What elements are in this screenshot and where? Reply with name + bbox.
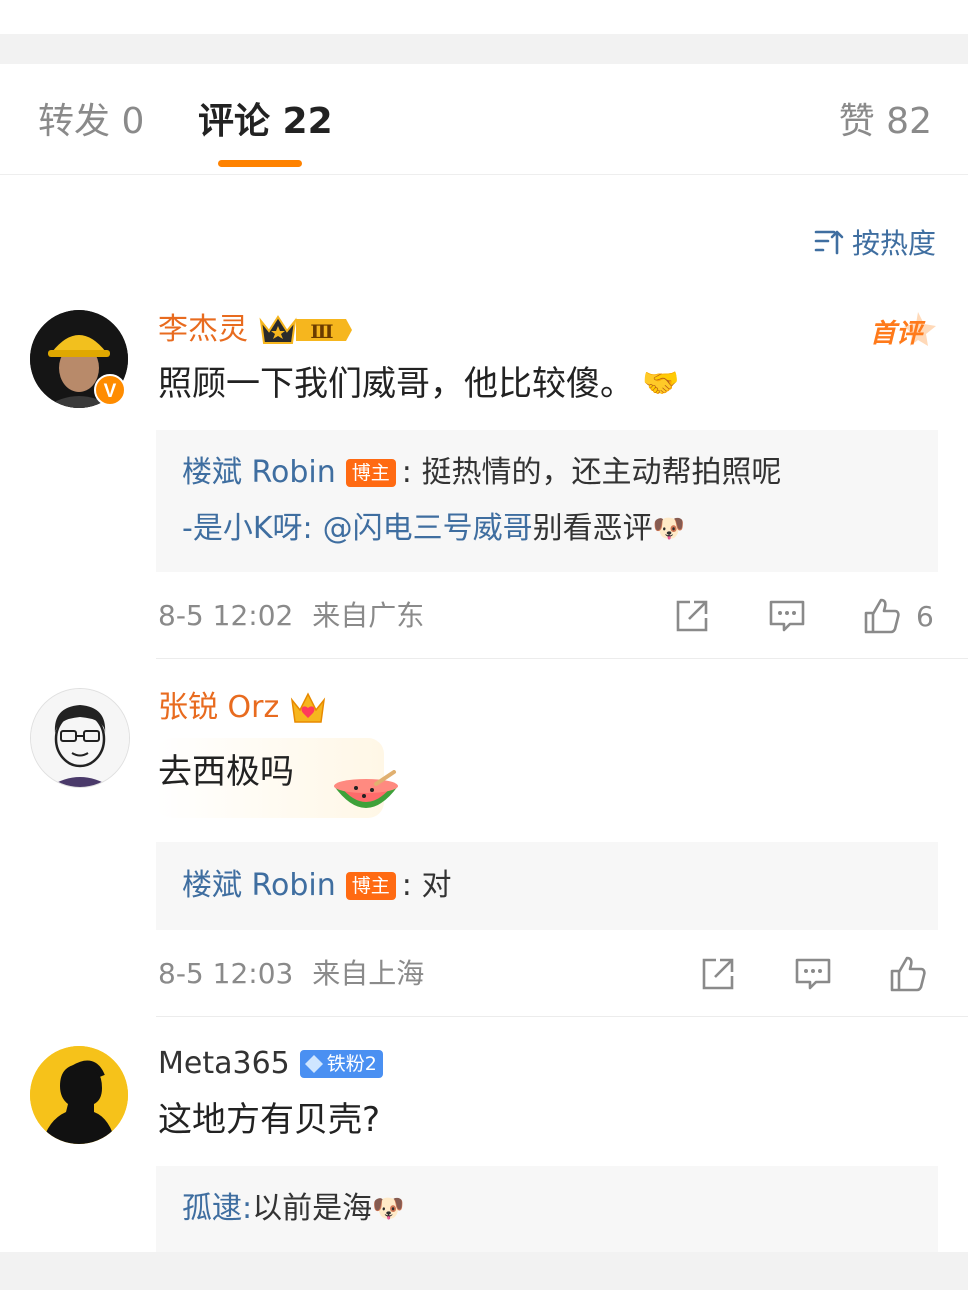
sort-toggle[interactable]: 按热度	[814, 222, 936, 262]
avatar[interactable]	[30, 1046, 128, 1144]
thumbs-up-icon	[864, 598, 900, 634]
svg-text:首评: 首评	[870, 319, 926, 349]
comment-username[interactable]: Meta365	[158, 1044, 290, 1084]
first-comment-tag: 首评	[866, 312, 936, 356]
reply-box[interactable]: 楼斌 Robin 博主 : 挺热情的，还主动帮拍照呢 -是小K呀: @闪电三号威…	[156, 430, 938, 572]
crown-level-badge-icon: Ⅲ	[259, 315, 352, 344]
reply-box[interactable]: 孤逮: 以前是海 🐶	[156, 1166, 938, 1252]
comment-text: 照顾一下我们威哥，他比较傻。	[158, 364, 634, 404]
reply-item: -是小K呀: @闪电三号威哥 别看恶评 🐶	[182, 508, 685, 550]
active-tab-indicator	[218, 160, 302, 167]
reply-item: 楼斌 Robin 博主 : 挺热情的，还主动帮拍照呢	[182, 452, 781, 494]
comment-username[interactable]: 张锐 Orz	[158, 688, 279, 728]
tab-repost[interactable]: 转发 0	[38, 100, 144, 144]
handshake-emoji-icon: 🤝	[642, 366, 680, 401]
like-button[interactable]: 6	[862, 596, 934, 636]
svg-text:Ⅲ: Ⅲ	[310, 321, 333, 343]
comment-text: 去西极吗	[158, 752, 294, 792]
reply-username[interactable]: 楼斌 Robin	[182, 452, 336, 494]
reply-item: 孤逮: 以前是海 🐶	[182, 1188, 404, 1230]
share-icon	[676, 600, 708, 632]
doge-emoji-icon: 🐶	[652, 514, 685, 544]
tab-comments[interactable]: 评论 22	[198, 100, 333, 144]
fan-level-badge: 铁粉2	[299, 1050, 383, 1078]
reply-text: 以前是海	[252, 1191, 373, 1226]
share-button[interactable]	[700, 956, 736, 992]
reply-text: 别看恶评	[532, 511, 653, 546]
like-count: 6	[916, 599, 934, 633]
blogger-badge: 博主	[345, 459, 396, 487]
reply-username[interactable]: 孤逮:	[182, 1188, 252, 1230]
reply-button[interactable]	[768, 598, 806, 634]
comment-time: 8-5 12:02	[158, 599, 294, 632]
bottom-bar	[0, 1252, 968, 1290]
mention-link[interactable]: @闪电三号威哥	[323, 508, 533, 550]
comment-text: 这地方有贝壳?	[158, 1100, 381, 1140]
reply-username[interactable]: -是小K呀:	[182, 508, 313, 550]
reply-username[interactable]: 楼斌 Robin	[182, 865, 336, 907]
top-bar	[0, 0, 968, 34]
section-gap	[0, 34, 968, 64]
doge-emoji-icon: 🐶	[372, 1194, 405, 1224]
comment-icon	[769, 600, 805, 632]
tab-likes[interactable]: 赞 82	[839, 100, 932, 144]
verified-icon: V	[94, 374, 126, 406]
sort-label: 按热度	[851, 227, 936, 260]
reply-box[interactable]: 楼斌 Robin 博主 : 对	[156, 842, 938, 930]
share-icon	[702, 958, 734, 990]
thumbs-up-icon	[890, 956, 926, 992]
reply-item: 楼斌 Robin 博主 : 对	[182, 865, 451, 907]
sort-icon	[814, 230, 844, 255]
comment-divider	[156, 1016, 968, 1017]
reply-text: : 挺热情的，还主动帮拍照呢	[401, 455, 782, 490]
diamond-icon	[304, 1055, 323, 1073]
comment-username[interactable]: 李杰灵	[158, 310, 248, 350]
comment-divider	[156, 658, 968, 659]
reply-text: : 对	[401, 868, 452, 903]
avatar[interactable]	[30, 688, 130, 788]
comment-time: 8-5 12:03	[158, 957, 294, 990]
share-button[interactable]	[674, 598, 710, 634]
like-button[interactable]	[888, 954, 928, 994]
blogger-badge: 博主	[345, 872, 396, 900]
watermelon-bowl-icon	[334, 770, 398, 808]
tab-bar: 转发 0 评论 22 赞 82	[0, 64, 968, 175]
crown-icon	[291, 692, 326, 723]
comment-icon	[795, 958, 831, 990]
comment-location: 来自上海	[312, 957, 425, 990]
svg-text:V: V	[104, 381, 117, 402]
comment-location: 来自广东	[312, 599, 425, 632]
reply-button[interactable]	[794, 956, 832, 992]
